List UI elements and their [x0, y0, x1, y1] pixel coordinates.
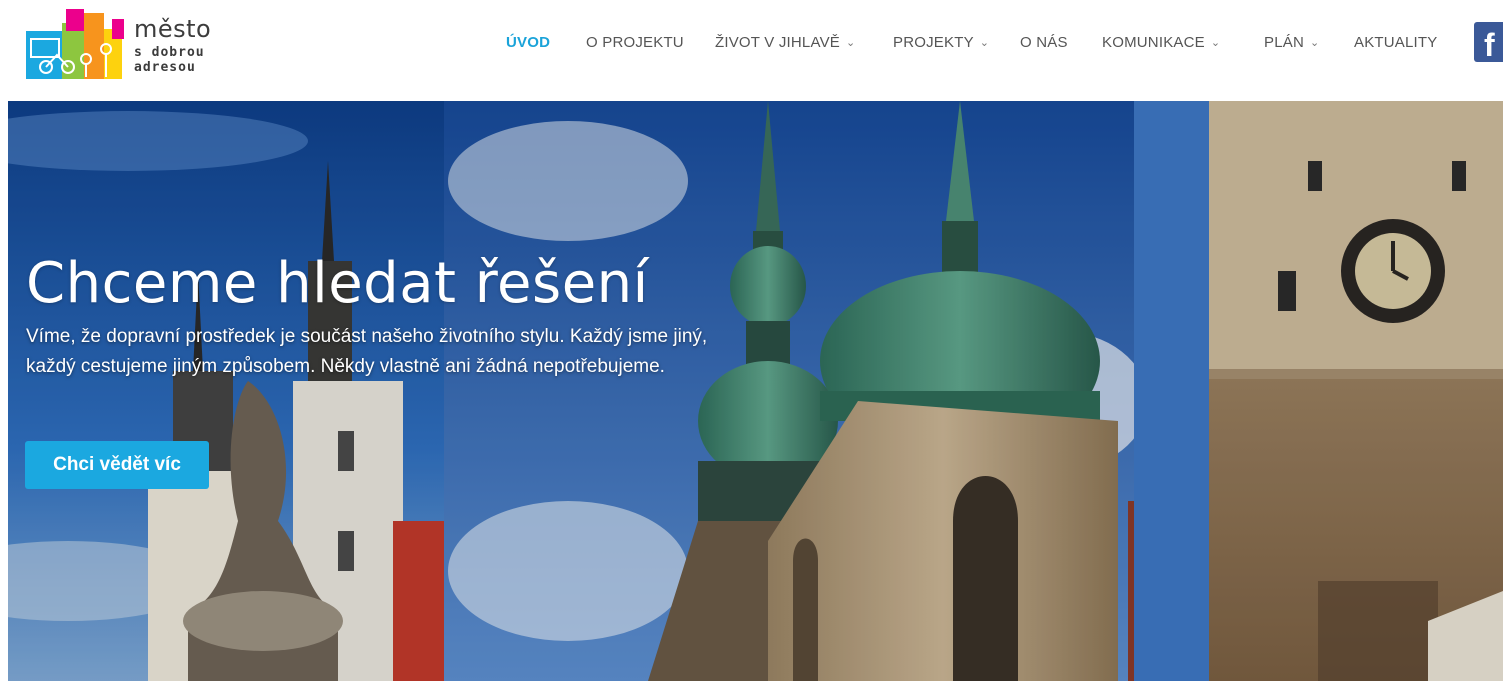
nav-item-aktuality[interactable]: AKTUALITY: [1354, 31, 1438, 55]
site-logo[interactable]: město s dobrou adresou: [26, 7, 226, 83]
chevron-down-icon: ⌄: [979, 37, 990, 49]
chevron-down-icon: ⌄: [845, 37, 856, 49]
facebook-glyph: f: [1484, 27, 1495, 62]
nav-item-label: PLÁN: [1264, 34, 1304, 51]
logo-text-line3: adresou: [134, 59, 196, 75]
hero-description: Víme, že dopravní prostředek je součást …: [26, 326, 708, 377]
nav-item-label: O NÁS: [1020, 34, 1068, 51]
logo-text: město s dobrou adresou: [134, 17, 211, 74]
nav-item-label: ÚVOD: [506, 34, 551, 51]
logo-text-line1: město: [134, 14, 212, 43]
nav-item-label: O PROJEKTU: [586, 34, 684, 51]
nav-item-label: ŽIVOT V JIHLAVĚ: [715, 34, 840, 51]
nav-item-label: AKTUALITY: [1354, 34, 1438, 51]
hero-title: Chceme hledat řešení: [26, 250, 649, 316]
nav-item-o-nas[interactable]: O NÁS: [1020, 31, 1068, 55]
nav-item-plan[interactable]: PLÁN ⌄: [1264, 31, 1319, 55]
hero-banner: Chceme hledat řešení Víme, že dopravní p…: [8, 101, 1503, 681]
nav-item-label: KOMUNIKACE: [1102, 34, 1205, 51]
chevron-down-icon: ⌄: [1310, 37, 1320, 49]
hero-background-image: [8, 101, 1503, 681]
site-header: město s dobrou adresou ÚVOD O PROJEKTU Ž…: [0, 0, 1503, 100]
facebook-icon[interactable]: f: [1474, 22, 1503, 62]
nav-item-o-projektu[interactable]: O PROJEKTU: [586, 31, 684, 55]
nav-item-zivot-v-jihlave[interactable]: ŽIVOT V JIHLAVĚ ⌄: [715, 31, 855, 55]
nav-item-projekty[interactable]: PROJEKTY ⌄: [893, 31, 989, 55]
nav-item-label: PROJEKTY: [893, 34, 974, 51]
logo-text-line2: s dobrou: [134, 44, 205, 60]
learn-more-button[interactable]: Chci vědět víc: [25, 441, 209, 489]
logo-mark-icon: [26, 9, 128, 81]
nav-item-komunikace[interactable]: KOMUNIKACE ⌄: [1102, 31, 1220, 55]
chevron-down-icon: ⌄: [1210, 37, 1221, 49]
nav-item-uvod[interactable]: ÚVOD: [506, 31, 550, 55]
